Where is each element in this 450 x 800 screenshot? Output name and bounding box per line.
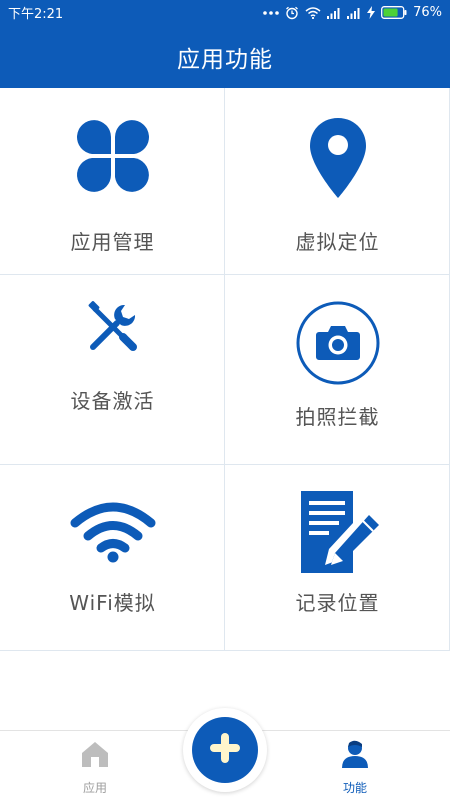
plus-icon (207, 730, 243, 770)
location-pin-icon (225, 116, 450, 200)
add-button-wrap (183, 708, 267, 792)
feature-record-location[interactable]: 记录位置 (225, 465, 450, 651)
status-right: 76% (263, 5, 442, 20)
battery-percent: 76% (413, 5, 442, 20)
clover-icon (0, 118, 225, 194)
signal-icon-2 (347, 7, 361, 19)
feature-label: 应用管理 (70, 230, 155, 254)
feature-virtual-location[interactable]: 虚拟定位 (225, 88, 450, 275)
tab-function-label: 功能 (342, 781, 367, 795)
tools-icon (0, 301, 225, 353)
feature-label: 记录位置 (295, 591, 380, 615)
status-time: 下午2:21 (8, 7, 64, 22)
feature-wifi-simulation[interactable]: WiFi模拟 (0, 465, 225, 651)
tab-home[interactable]: 应用 (35, 731, 155, 800)
more-dots-icon (263, 10, 279, 16)
charging-icon (367, 6, 376, 19)
feature-app-management[interactable]: 应用管理 (0, 88, 225, 275)
feature-label: WiFi模拟 (69, 591, 156, 615)
wifi-status-icon (305, 6, 321, 19)
feature-grid: 应用管理 虚拟定位 设备激活 拍照拦截 WiFi模拟 记录位置 (0, 88, 450, 651)
status-bar: 下午2:21 76% (0, 0, 450, 25)
tab-function[interactable]: 功能 (295, 731, 415, 800)
app-bar: 应用功能 (0, 25, 450, 88)
battery-icon (381, 6, 407, 19)
home-icon (35, 739, 155, 769)
tab-home-label: 应用 (82, 781, 107, 795)
page-title: 应用功能 (177, 46, 273, 73)
feature-label: 拍照拦截 (295, 405, 380, 429)
feature-device-activation[interactable]: 设备激活 (0, 275, 225, 465)
feature-label: 设备激活 (70, 389, 155, 413)
feature-label: 虚拟定位 (295, 230, 380, 254)
feature-photo-intercept[interactable]: 拍照拦截 (225, 275, 450, 465)
note-edit-icon (225, 487, 450, 577)
alarm-icon (285, 6, 299, 20)
signal-icon (327, 7, 341, 19)
status-left: 下午2:21 (8, 3, 63, 22)
add-button[interactable] (192, 717, 258, 783)
user-icon (295, 739, 415, 769)
wifi-icon (0, 501, 225, 563)
camera-icon (225, 301, 450, 385)
